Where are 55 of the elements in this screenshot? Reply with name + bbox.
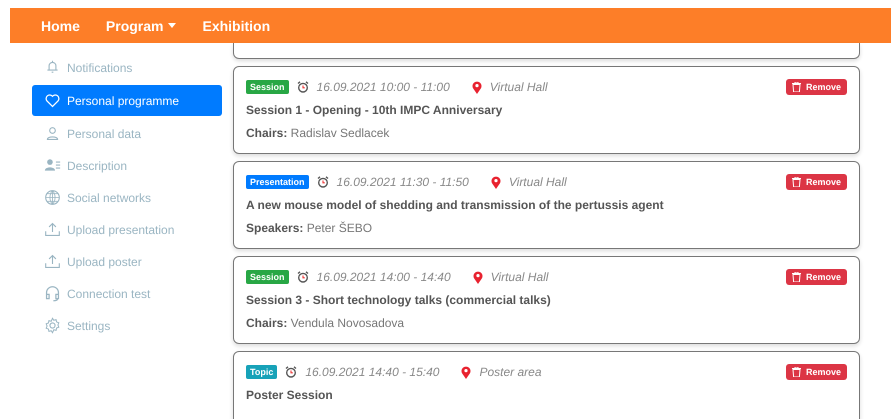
alarm-clock-icon [285, 366, 298, 378]
type-badge: Topic [246, 365, 278, 379]
time-range: 16.09.2021 14:00 - 14:40 [316, 270, 451, 284]
sidebar-item[interactable]: Upload presentation [32, 215, 222, 244]
sidebar-item[interactable]: Connection test [32, 279, 222, 308]
people-text: Chairs: Vendula Novosadova [246, 316, 406, 330]
entry-title: Poster Session [246, 388, 334, 402]
remove-button[interactable]: Remove [786, 174, 847, 190]
people-text: Chairs: Radislav Sedlacek [246, 126, 390, 140]
headset-icon [44, 285, 61, 302]
upload-icon [44, 253, 61, 270]
alarm-clock-icon [316, 176, 329, 188]
remove-button[interactable]: Remove [786, 79, 847, 95]
alarm-clock-icon [296, 81, 309, 93]
location-text: Virtual Hall [490, 270, 548, 284]
globe-icon [44, 189, 61, 206]
entry-title: Session 1 - Opening - 10th IMPC Anniversary [246, 103, 504, 117]
time-range: 16.09.2021 14:40 - 15:40 [305, 365, 440, 379]
location-text: Virtual Hall [490, 80, 548, 94]
sidebar-item[interactable]: Upload poster [32, 247, 222, 276]
sidebar-item[interactable]: Social networks [32, 183, 222, 212]
trash-icon [792, 272, 801, 282]
map-pin-icon [472, 80, 482, 94]
location-text: Poster area [479, 365, 542, 379]
nav-link[interactable]: Home [41, 18, 80, 34]
people-text: Speakers: Peter ŠEBO [246, 221, 374, 235]
trash-icon [792, 82, 801, 92]
location-text: Virtual Hall [508, 175, 567, 189]
nav-link[interactable]: Exhibition [202, 18, 270, 34]
sidebar-item[interactable]: Personal data [32, 119, 222, 148]
map-pin-icon [461, 366, 472, 378]
type-badge: Presentation [246, 175, 309, 189]
sidebar-item[interactable]: Personal programme [32, 85, 222, 116]
settings-icon [44, 317, 61, 334]
nav-link[interactable]: Program [106, 18, 176, 34]
trash-icon [792, 367, 801, 377]
sidebar-item[interactable]: Settings [32, 311, 222, 340]
map-pin-icon [472, 270, 483, 284]
sidebar-item[interactable]: Description [32, 151, 222, 180]
time-range: 16.09.2021 10:00 - 11:00 [316, 80, 450, 94]
map-pin-icon [490, 176, 501, 188]
alarm-clock-icon [296, 271, 309, 283]
remove-button[interactable]: Remove [786, 364, 847, 380]
type-badge: Session [246, 80, 289, 94]
time-range: 16.09.2021 11:30 - 11:50 [336, 175, 469, 189]
entry-title: A new mouse model of shedding and transmission of the pertussis agent [246, 198, 665, 212]
heart-icon [44, 92, 61, 109]
remove-button[interactable]: Remove [786, 269, 847, 285]
person-icon [44, 125, 61, 142]
type-badge: Session [246, 270, 289, 284]
entry-title: Session 3 - Short technology talks (commercial talks) [246, 293, 552, 307]
sidebar-item[interactable]: Notifications [32, 53, 222, 82]
caret-icon [168, 23, 176, 28]
trash-icon [792, 177, 801, 187]
upload-icon [44, 221, 61, 238]
